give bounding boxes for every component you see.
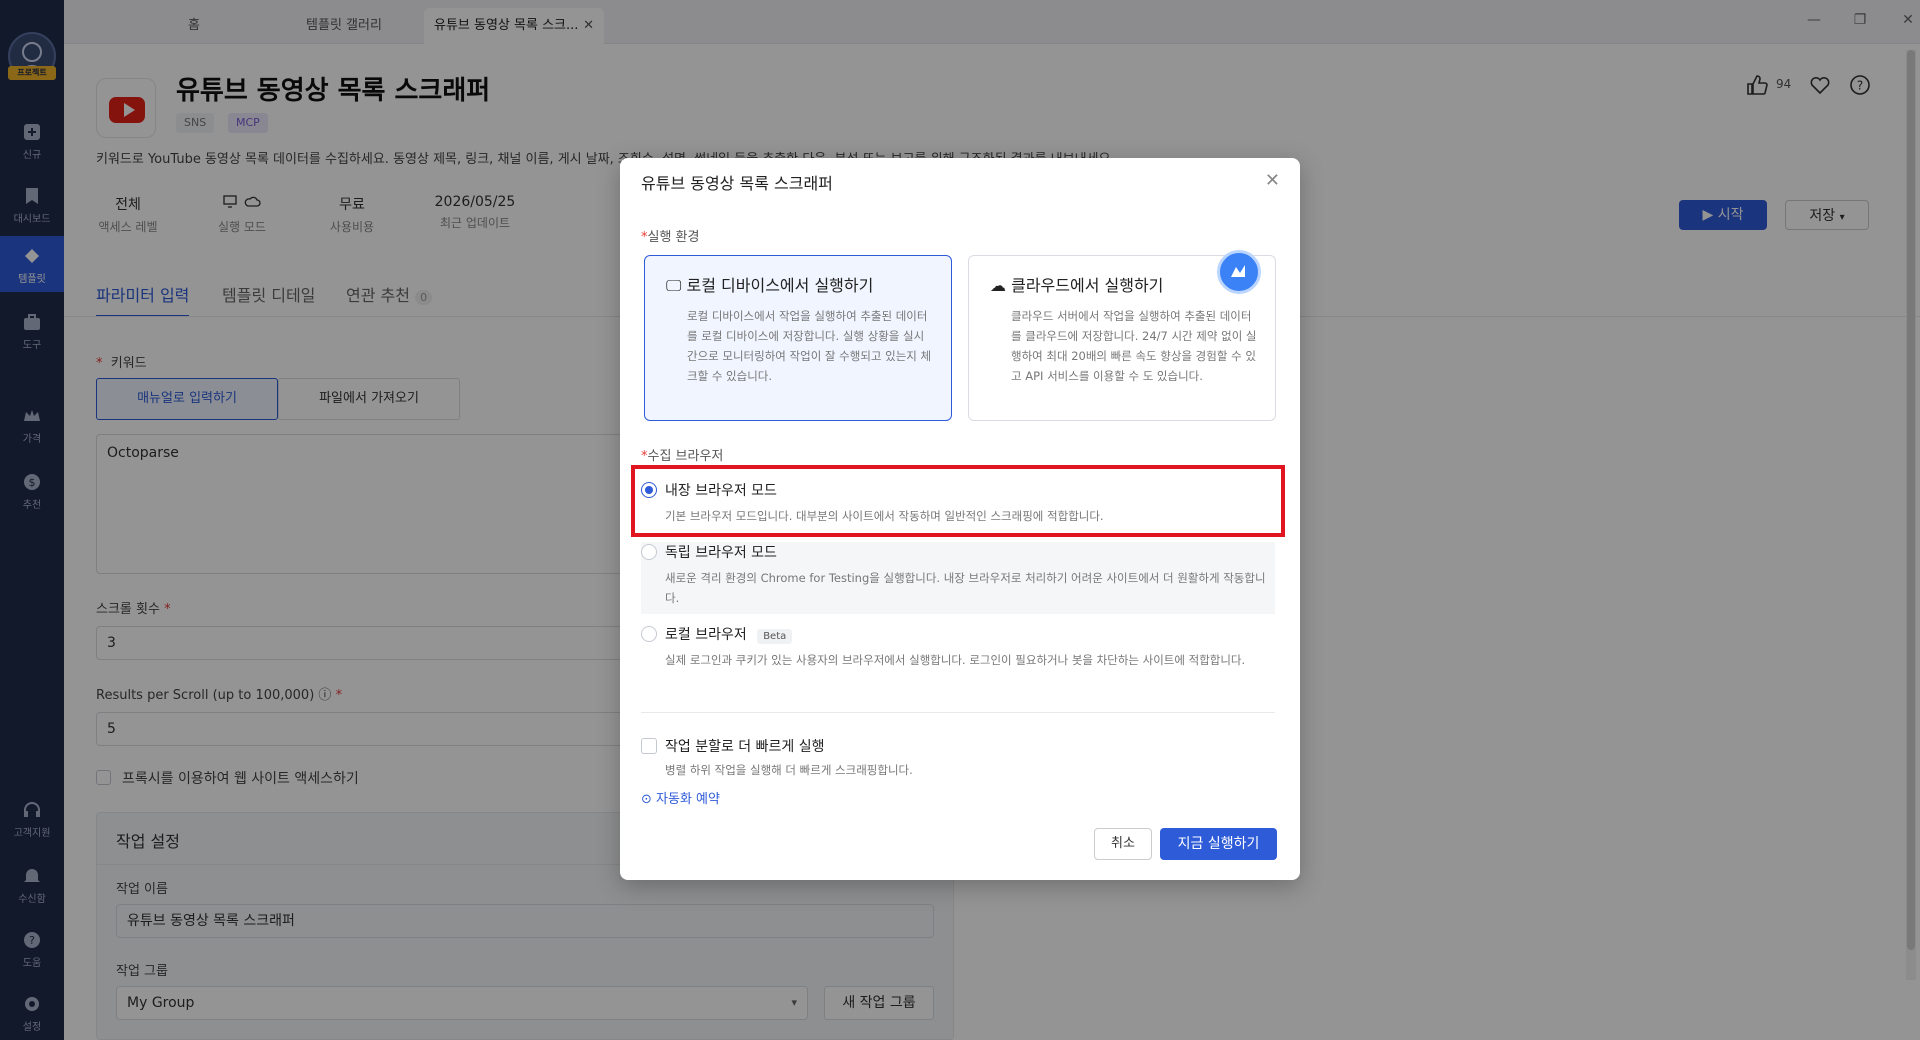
split-task-title: 작업 분할로 더 빠르게 실행 bbox=[665, 739, 825, 755]
split-task-desc: 병렬 하위 작업을 실행해 더 빠르게 스크래핑합니다. bbox=[665, 763, 913, 777]
divider bbox=[641, 712, 1275, 713]
premium-badge-icon bbox=[1217, 250, 1261, 294]
cloud-option[interactable]: ☁ 클라우드에서 실행하기 클라우드 서버에서 작업을 실행하여 추출된 데이터… bbox=[968, 250, 1276, 421]
option-desc: 새로운 격리 환경의 Chrome for Testing을 실행합니다. 내장… bbox=[665, 571, 1266, 605]
browser-section-label: *수집 브라우저 bbox=[641, 449, 724, 464]
close-icon[interactable]: ✕ bbox=[1265, 170, 1280, 191]
schedule-link[interactable]: ⊙ 자동화 예약 bbox=[641, 788, 720, 807]
monitor-icon: 🖵 bbox=[666, 276, 682, 295]
local-device-desc: 로컬 디바이스에서 작업을 실행하여 추출된 데이터를 로컬 디바이스에 저장합… bbox=[687, 309, 932, 383]
local-device-option[interactable]: 🖵 로컬 디바이스에서 실행하기 로컬 디바이스에서 작업을 실행하여 추출된 … bbox=[644, 255, 952, 421]
cloud-desc: 클라우드 서버에서 작업을 실행하여 추출된 데이터를 클라우드에 저장합니다.… bbox=[1011, 309, 1257, 383]
option-title: 독립 브라우저 모드 bbox=[665, 545, 777, 561]
cloud-icon: ☁ bbox=[990, 276, 1006, 295]
dialog-title: 유튜브 동영상 목록 스크래퍼 bbox=[641, 174, 833, 193]
clock-icon: ⊙ bbox=[641, 792, 652, 807]
cancel-button[interactable]: 취소 bbox=[1094, 828, 1152, 860]
local-browser-radio[interactable] bbox=[641, 626, 657, 642]
split-task-checkbox[interactable] bbox=[641, 738, 657, 754]
cloud-title: ☁ 클라우드에서 실행하기 bbox=[990, 276, 1164, 295]
highlight-box bbox=[631, 465, 1285, 537]
local-device-title: 🖵 로컬 디바이스에서 실행하기 bbox=[666, 276, 874, 295]
run-dialog: 유튜브 동영상 목록 스크래퍼 ✕ *실행 환경 🖵 로컬 디바이스에서 실행하… bbox=[620, 158, 1300, 880]
beta-badge: Beta bbox=[757, 629, 793, 644]
standalone-browser-option[interactable]: 독립 브라우저 모드 새로운 격리 환경의 Chrome for Testing… bbox=[641, 542, 1275, 614]
env-section-label: *실행 환경 bbox=[641, 230, 700, 245]
standalone-browser-radio[interactable] bbox=[641, 544, 657, 560]
option-title: 로컬 브라우저 Beta bbox=[665, 624, 793, 644]
run-now-button[interactable]: 지금 실행하기 bbox=[1160, 828, 1277, 860]
option-desc: 실제 로그인과 쿠키가 있는 사용자의 브라우저에서 실행합니다. 로그인이 필… bbox=[665, 653, 1246, 667]
